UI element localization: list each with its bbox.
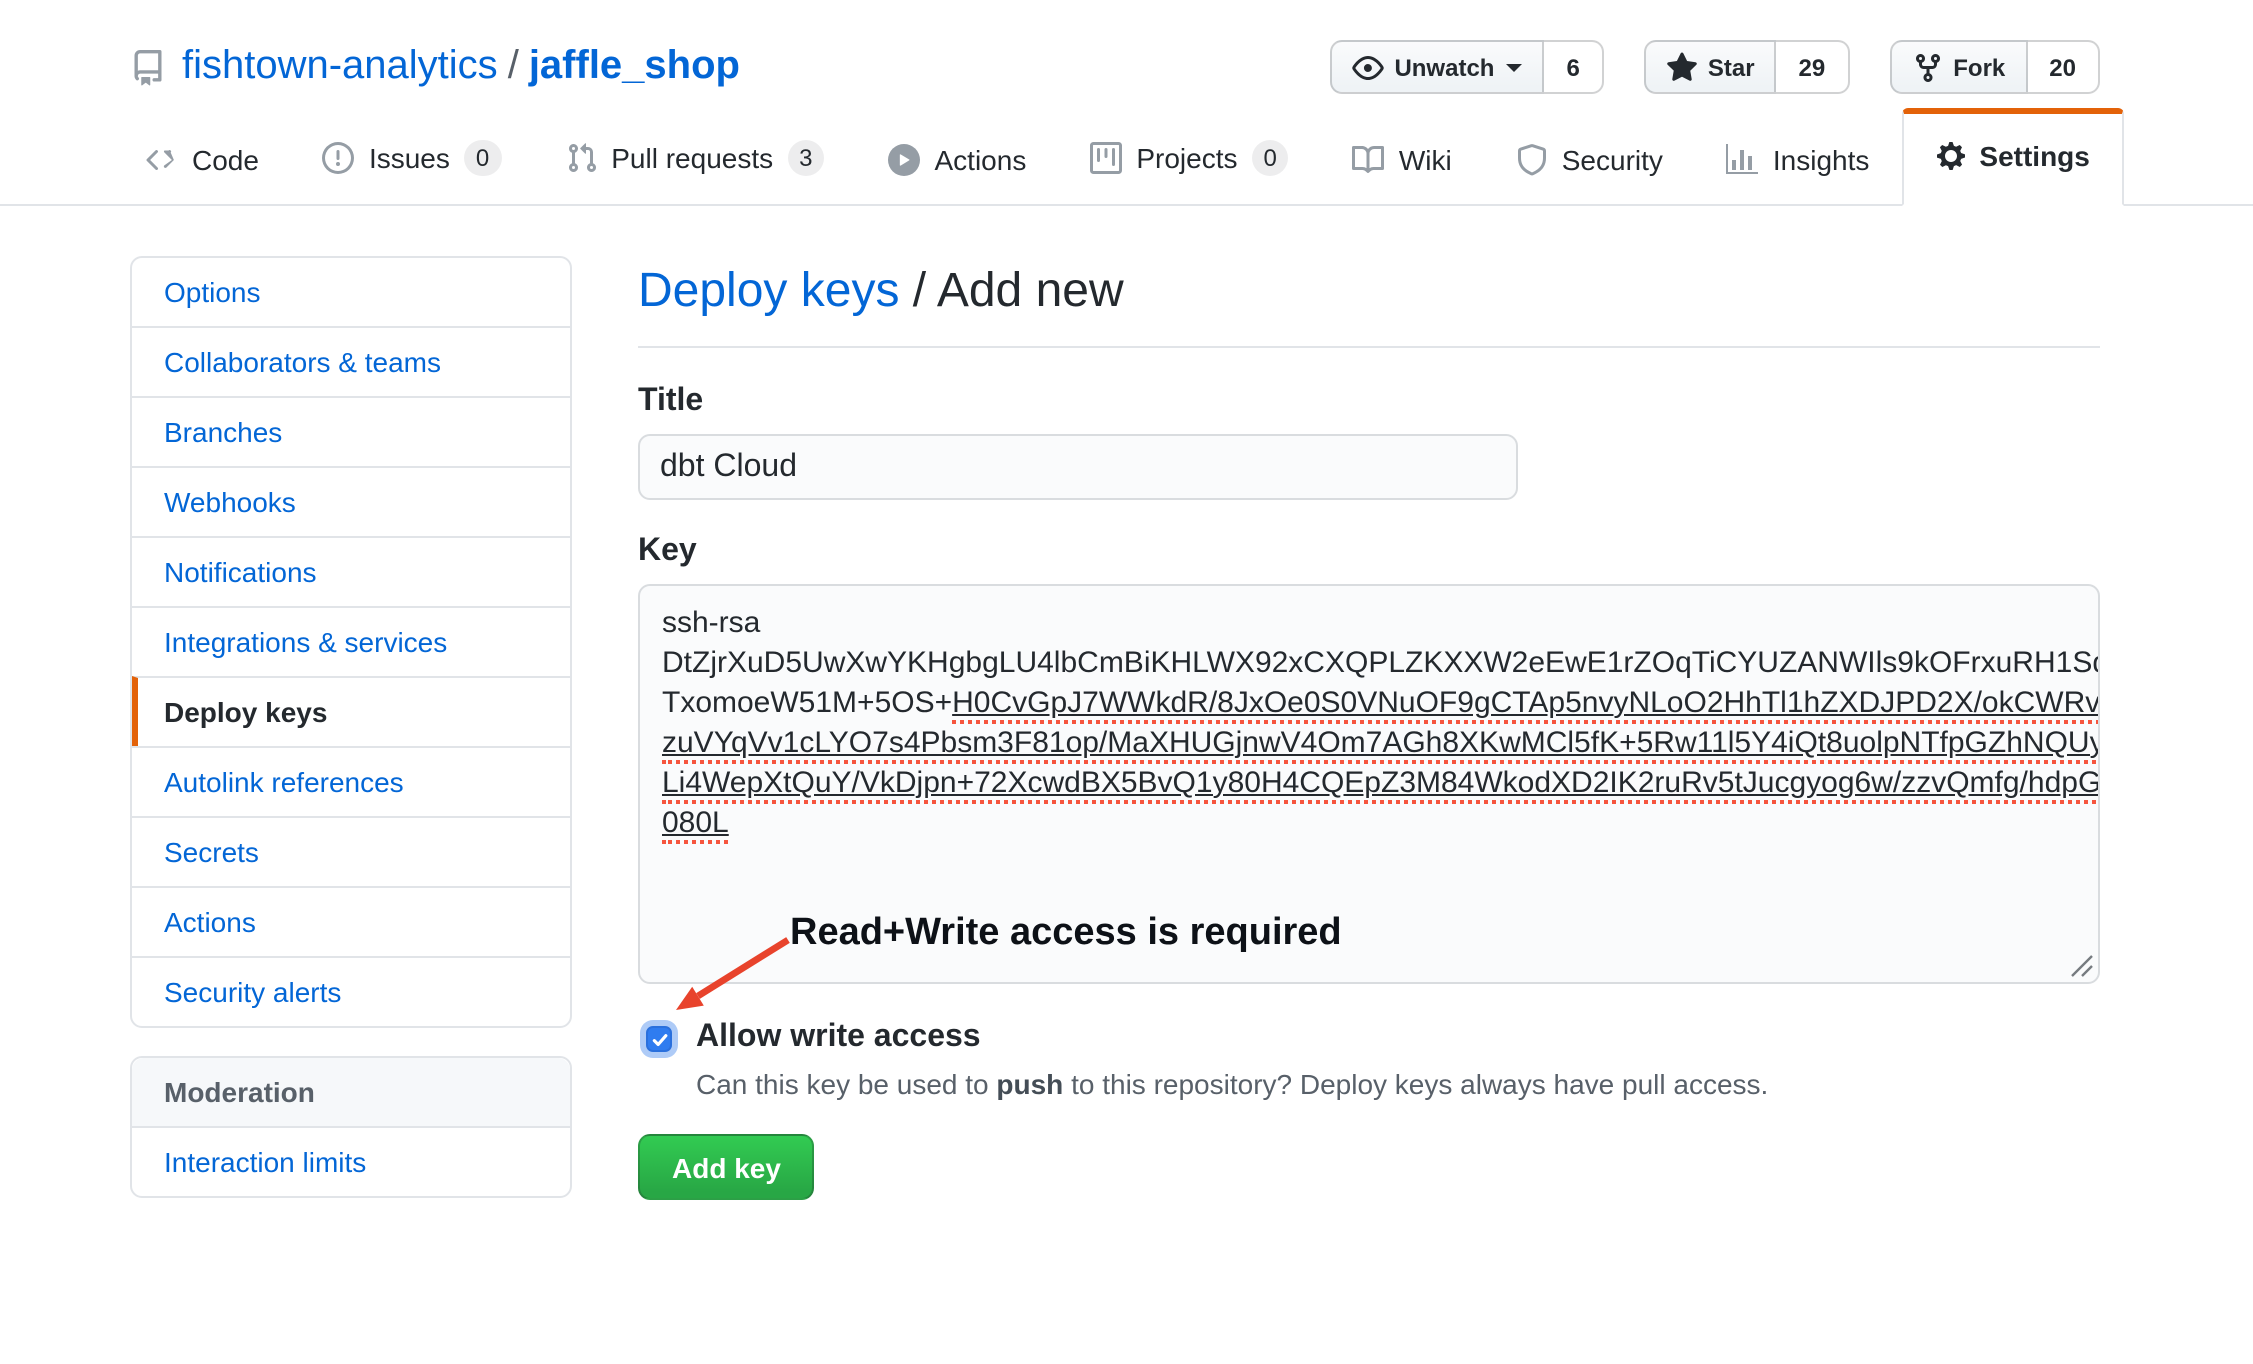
breadcrumb-current: Add new xyxy=(937,264,1124,318)
tab-label: Issues xyxy=(369,142,450,174)
sidebar-item-deploy-keys[interactable]: Deploy keys xyxy=(132,676,570,746)
settings-menu: Options Collaborators & teams Branches W… xyxy=(130,256,572,1028)
star-button[interactable]: Star xyxy=(1644,40,1777,94)
sidebar-item-branches[interactable]: Branches xyxy=(132,396,570,466)
moderation-menu: Moderation Interaction limits xyxy=(130,1056,572,1198)
sidebar-item-options[interactable]: Options xyxy=(132,258,570,326)
key-text-misspelled: Li4WepXtQuY/VkDjpn+72XcwdBX5BvQ1y80H4CQE… xyxy=(662,766,2100,804)
repo-title: fishtown-analytics / jaffle_shop xyxy=(130,44,740,90)
tab-label: Code xyxy=(192,144,259,176)
tab-security[interactable]: Security xyxy=(1484,110,1695,206)
star-icon xyxy=(1666,51,1698,83)
tab-wiki[interactable]: Wiki xyxy=(1321,110,1484,206)
key-text: TxomoeW51M+5OS+ xyxy=(662,686,952,720)
book-icon xyxy=(1353,144,1385,176)
fork-label: Fork xyxy=(1953,53,2005,81)
repo-separator: / xyxy=(508,44,519,90)
issue-icon xyxy=(323,142,355,174)
tab-issues[interactable]: Issues 0 xyxy=(291,106,533,206)
title-label: Title xyxy=(638,384,2100,420)
check-icon xyxy=(649,1029,669,1049)
fork-button[interactable]: Fork xyxy=(1889,40,2027,94)
sidebar-item-security-alerts[interactable]: Security alerts xyxy=(132,956,570,1026)
tab-projects[interactable]: Projects 0 xyxy=(1058,106,1321,206)
title-input[interactable] xyxy=(638,434,1518,500)
sidebar-item-interaction-limits[interactable]: Interaction limits xyxy=(132,1126,570,1196)
unwatch-label: Unwatch xyxy=(1394,53,1494,81)
tab-label: Actions xyxy=(935,144,1027,176)
tab-label: Pull requests xyxy=(611,142,773,174)
github-settings-page: fishtown-analytics / jaffle_shop Unwatch… xyxy=(0,0,2253,1364)
sidebar-item-notifications[interactable]: Notifications xyxy=(132,536,570,606)
sidebar-item-integrations[interactable]: Integrations & services xyxy=(132,606,570,676)
allow-write-help: Can this key be used to push to this rep… xyxy=(696,1068,1768,1100)
issues-counter: 0 xyxy=(464,140,501,176)
tab-code[interactable]: Code xyxy=(114,110,291,206)
resize-handle-icon[interactable] xyxy=(2070,954,2094,978)
tab-settings[interactable]: Settings xyxy=(1901,108,2123,206)
fork-button-group: Fork 20 xyxy=(1889,40,2100,94)
graph-icon xyxy=(1727,144,1759,176)
repo-header: fishtown-analytics / jaffle_shop Unwatch… xyxy=(130,0,2100,94)
project-icon xyxy=(1090,142,1122,174)
repo-owner-link[interactable]: fishtown-analytics xyxy=(182,44,498,90)
tab-insights[interactable]: Insights xyxy=(1695,110,1902,206)
page-title: Deploy keys / Add new xyxy=(638,264,2100,348)
projects-counter: 0 xyxy=(1252,140,1289,176)
key-text-misspelled: H0CvGpJ7WWkdR/8JxOe0S0VNuOF9gCTAp5nvyNLo… xyxy=(952,686,2100,724)
key-text: ssh-rsa xyxy=(662,606,760,640)
sidebar-item-actions[interactable]: Actions xyxy=(132,886,570,956)
eye-icon xyxy=(1352,51,1384,83)
annotation-text: Read+Write access is required xyxy=(790,912,1342,956)
chevron-down-icon xyxy=(1506,63,1522,79)
breadcrumb-separator: / xyxy=(899,264,936,318)
sidebar-item-collaborators[interactable]: Collaborators & teams xyxy=(132,326,570,396)
sidebar-item-autolink[interactable]: Autolink references xyxy=(132,746,570,816)
key-text: DtZjrXuD5UwXwYKHgbgLU4lbCmBiKHLWX92xCXQP… xyxy=(662,646,2100,680)
tab-label: Wiki xyxy=(1399,144,1452,176)
key-text-misspelled: zuVYqVv1cLYO7s4Pbsm3F81op/MaXHUGjnwV4Om7… xyxy=(662,726,2100,764)
unwatch-button[interactable]: Unwatch xyxy=(1330,40,1544,94)
tab-label: Insights xyxy=(1773,144,1870,176)
pull-request-icon xyxy=(565,142,597,174)
sidebar-item-webhooks[interactable]: Webhooks xyxy=(132,466,570,536)
code-icon xyxy=(146,144,178,176)
pull-requests-counter: 3 xyxy=(787,140,824,176)
key-label: Key xyxy=(638,534,2100,570)
repo-name-link[interactable]: jaffle_shop xyxy=(529,44,740,90)
allow-write-checkbox[interactable] xyxy=(646,1026,672,1052)
settings-sidebar: Options Collaborators & teams Branches W… xyxy=(130,256,572,1198)
play-icon xyxy=(889,144,921,176)
tab-label: Security xyxy=(1562,144,1663,176)
stars-count[interactable]: 29 xyxy=(1777,40,1850,94)
tab-label: Settings xyxy=(1979,140,2089,172)
annotation-arrow-icon xyxy=(662,928,810,1024)
moderation-heading: Moderation xyxy=(132,1058,570,1126)
shield-icon xyxy=(1516,144,1548,176)
repo-nav: Code Issues 0 Pull requests 3 Actions Pr… xyxy=(0,106,2253,206)
watch-button-group: Unwatch 6 xyxy=(1330,40,1603,94)
watchers-count[interactable]: 6 xyxy=(1544,40,1603,94)
tab-pull-requests[interactable]: Pull requests 3 xyxy=(533,106,856,206)
tab-label: Projects xyxy=(1136,142,1237,174)
social-buttons: Unwatch 6 Star 29 Fork 20 xyxy=(1330,40,2100,94)
deploy-keys-breadcrumb-link[interactable]: Deploy keys xyxy=(638,264,899,318)
forks-count[interactable]: 20 xyxy=(2027,40,2100,94)
star-label: Star xyxy=(1708,53,1755,81)
sidebar-item-secrets[interactable]: Secrets xyxy=(132,816,570,886)
star-button-group: Star 29 xyxy=(1644,40,1849,94)
repo-icon xyxy=(130,49,166,85)
tab-actions[interactable]: Actions xyxy=(857,110,1059,206)
deploy-key-form: Deploy keys / Add new Title Key ssh-rsa … xyxy=(638,256,2100,1200)
allow-write-label: Allow write access xyxy=(696,1020,1768,1056)
key-text-misspelled: 080L xyxy=(662,806,729,844)
gear-icon xyxy=(1935,140,1965,172)
add-key-button[interactable]: Add key xyxy=(638,1134,815,1200)
allow-write-row: Allow write access Can this key be used … xyxy=(646,1020,2100,1100)
fork-icon xyxy=(1911,51,1943,83)
